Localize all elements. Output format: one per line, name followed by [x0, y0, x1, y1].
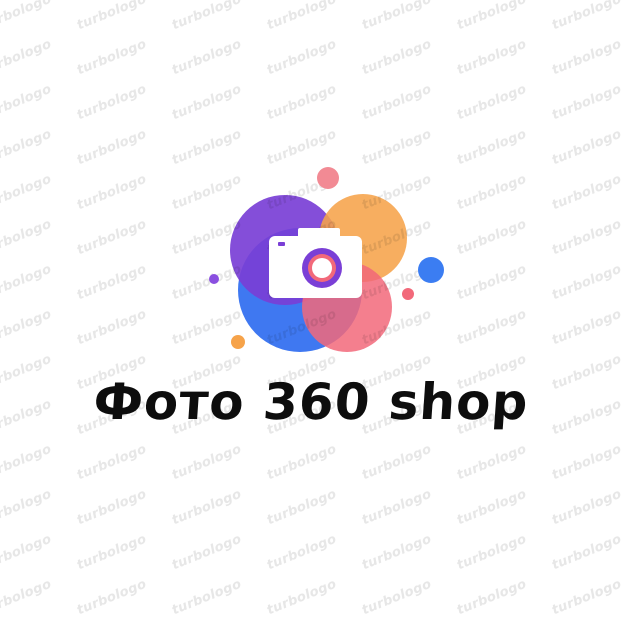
blue-dot-right: [418, 257, 444, 283]
logo-emblem: [209, 167, 444, 352]
camera-icon: [269, 228, 362, 298]
logo-canvas: turbologo turbologo turbologo turbologo turb…: [0, 0, 622, 618]
purple-dot-left: [209, 274, 219, 284]
orange-dot-bottom: [231, 335, 245, 349]
brand-name: Фото 360 shop: [91, 373, 531, 431]
pink-dot-right: [402, 288, 414, 300]
pink-dot-top: [317, 167, 339, 189]
